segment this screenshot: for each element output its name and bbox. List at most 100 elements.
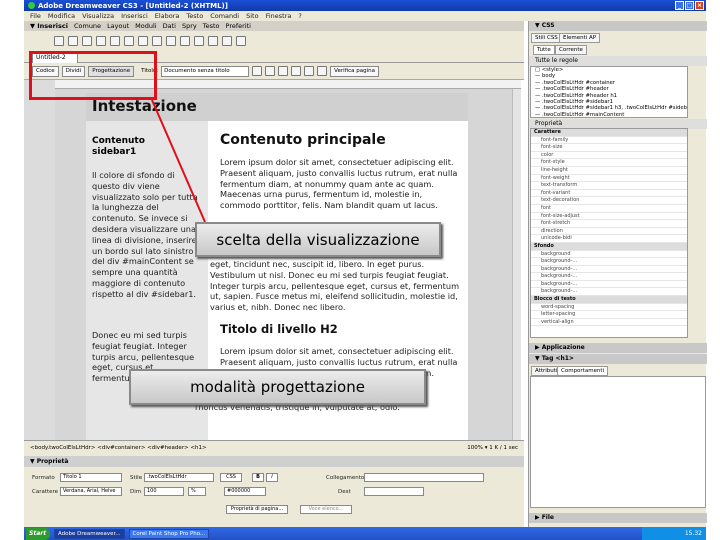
- main-h2-title[interactable]: Titolo di livello H2: [220, 322, 338, 336]
- insert-tab-preferiti[interactable]: Preferiti: [226, 22, 251, 30]
- property-row[interactable]: background-...: [531, 273, 687, 281]
- property-row[interactable]: font-weight: [531, 175, 687, 183]
- target-select[interactable]: [364, 487, 424, 496]
- css-property-list[interactable]: Carattere font-family font-size color font-s…: [530, 128, 688, 338]
- property-row[interactable]: font-variant: [531, 190, 687, 198]
- head-icon[interactable]: [194, 36, 204, 46]
- style-select[interactable]: .twoColElsLtHdr: [144, 473, 214, 482]
- main-paragraph-1[interactable]: Lorem ipsum dolor sit amet, consectetuer…: [220, 157, 460, 211]
- main-content-title[interactable]: Contenuto principale: [220, 132, 386, 148]
- property-row[interactable]: font-family: [531, 137, 687, 145]
- list-item-button[interactable]: Voce elenco...: [300, 505, 352, 514]
- property-category[interactable]: Sfondo: [531, 242, 687, 251]
- property-row[interactable]: direction: [531, 228, 687, 236]
- link-input[interactable]: [364, 473, 484, 482]
- template-icon[interactable]: [222, 36, 232, 46]
- property-row[interactable]: text-transform: [531, 182, 687, 190]
- css-styles-tab[interactable]: Stili CSS: [531, 33, 562, 43]
- property-row[interactable]: font-size-adjust: [531, 213, 687, 221]
- minimize-button[interactable]: _: [675, 1, 684, 10]
- rule-item[interactable]: — .twoColElsLtHdr #mainContent: [531, 112, 687, 118]
- property-row[interactable]: unicode-bidi: [531, 235, 687, 243]
- files-panel-header[interactable]: ▶ File: [529, 513, 707, 523]
- property-row[interactable]: font-style: [531, 159, 687, 167]
- property-row[interactable]: background-...: [531, 258, 687, 266]
- menu-help[interactable]: ?: [298, 12, 301, 20]
- tag-selector[interactable]: <body.twoColElsLtHdr> <div#container> <d…: [30, 445, 207, 452]
- property-row[interactable]: font-size: [531, 144, 687, 152]
- sidebar-paragraph[interactable]: Il colore di sfondo di questo div viene …: [92, 170, 202, 300]
- start-button[interactable]: Start: [26, 527, 50, 540]
- date-icon[interactable]: [152, 36, 162, 46]
- insert-tab-comune[interactable]: Comune: [74, 22, 101, 30]
- property-row[interactable]: background-...: [531, 281, 687, 289]
- view-options-icon[interactable]: [291, 66, 302, 76]
- sidebar-title[interactable]: Contenuto sidebar1: [92, 136, 182, 158]
- vertical-scrollbar[interactable]: [512, 89, 521, 440]
- color-input[interactable]: #000000: [224, 487, 266, 496]
- ap-elements-tab[interactable]: Elementi AP: [559, 33, 601, 43]
- div-icon[interactable]: [110, 36, 120, 46]
- visual-aids-icon[interactable]: [304, 66, 315, 76]
- format-select[interactable]: Titolo 1: [60, 473, 122, 482]
- css-rules-tree[interactable]: □ <style> — body — .twoColElsLtHdr #cont…: [530, 66, 688, 118]
- page-title-input[interactable]: Documento senza titolo: [161, 65, 250, 77]
- taskbar-item-dreamweaver[interactable]: Adobe Dreamweaver...: [54, 528, 125, 539]
- property-row[interactable]: background-...: [531, 266, 687, 274]
- menu-elabora[interactable]: Elabora: [155, 12, 180, 20]
- table-icon[interactable]: [96, 36, 106, 46]
- css-panel-header[interactable]: ▼ CSS: [529, 21, 707, 31]
- menu-testo[interactable]: Testo: [186, 12, 203, 20]
- properties-panel-header[interactable]: ▼ Proprietà: [24, 456, 524, 467]
- size-unit-select[interactable]: %: [188, 487, 206, 496]
- tag-chooser-icon[interactable]: [236, 36, 246, 46]
- property-row[interactable]: background: [531, 251, 687, 259]
- behaviors-tab[interactable]: Comportamenti: [557, 366, 609, 376]
- server-include-icon[interactable]: [166, 36, 176, 46]
- property-category[interactable]: Carattere: [531, 129, 687, 137]
- named-anchor-icon[interactable]: [82, 36, 92, 46]
- taskbar-item-paintshop[interactable]: Corel Paint Shop Pro Pho...: [128, 528, 210, 539]
- tag-inspector-header[interactable]: ▼ Tag <h1>: [529, 354, 707, 364]
- insert-tab-dati[interactable]: Dati: [163, 22, 176, 30]
- insert-tab-spry[interactable]: Spry: [182, 22, 197, 30]
- all-mode-tab[interactable]: Tutte: [533, 45, 555, 55]
- maximize-button[interactable]: □: [685, 1, 694, 10]
- menu-visualizza[interactable]: Visualizza: [82, 12, 114, 20]
- rule-item[interactable]: — .twoColElsLtHdr #sidebar1 h3, .twoColE…: [531, 105, 687, 111]
- menu-file[interactable]: File: [30, 12, 41, 20]
- insert-tab-layout[interactable]: Layout: [107, 22, 129, 30]
- menu-finestra[interactable]: Finestra: [266, 12, 292, 20]
- font-select[interactable]: Verdana, Arial, Helve: [60, 487, 122, 496]
- bold-button[interactable]: B: [252, 473, 264, 482]
- refresh-icon[interactable]: [278, 66, 289, 76]
- file-management-icon[interactable]: [252, 66, 263, 76]
- hyperlink-icon[interactable]: [54, 36, 64, 46]
- property-row[interactable]: letter-spacing: [531, 311, 687, 319]
- image-icon[interactable]: [124, 36, 134, 46]
- property-row[interactable]: font: [531, 205, 687, 213]
- close-button[interactable]: ×: [695, 1, 704, 10]
- email-link-icon[interactable]: [68, 36, 78, 46]
- main-paragraph-2[interactable]: eget, tincidunt nec, suscipit id, libero…: [210, 259, 460, 313]
- validate-icon[interactable]: [317, 66, 328, 76]
- script-icon[interactable]: [208, 36, 218, 46]
- property-row[interactable]: background-...: [531, 288, 687, 297]
- insert-bar-title[interactable]: ▼ Inserisci: [30, 22, 68, 30]
- current-mode-tab[interactable]: Corrente: [555, 45, 587, 55]
- application-panel-header[interactable]: ▶ Applicazione: [529, 343, 707, 353]
- property-row[interactable]: word-spacing: [531, 304, 687, 312]
- property-row[interactable]: font-stretch: [531, 220, 687, 228]
- size-select[interactable]: 100: [144, 487, 184, 496]
- menu-sito[interactable]: Sito: [246, 12, 258, 20]
- property-row[interactable]: vertical-align: [531, 319, 687, 327]
- check-page-button[interactable]: Verifica pagina: [330, 65, 380, 77]
- italic-button[interactable]: I: [266, 473, 278, 482]
- page-properties-button[interactable]: Proprietà di pagina...: [226, 505, 288, 514]
- insert-tab-testo[interactable]: Testo: [203, 22, 220, 30]
- insert-tab-moduli[interactable]: Moduli: [135, 22, 156, 30]
- property-row[interactable]: text-decoration: [531, 197, 687, 205]
- property-row[interactable]: line-height: [531, 167, 687, 175]
- media-icon[interactable]: [138, 36, 148, 46]
- property-category[interactable]: Blocco di testo: [531, 296, 687, 304]
